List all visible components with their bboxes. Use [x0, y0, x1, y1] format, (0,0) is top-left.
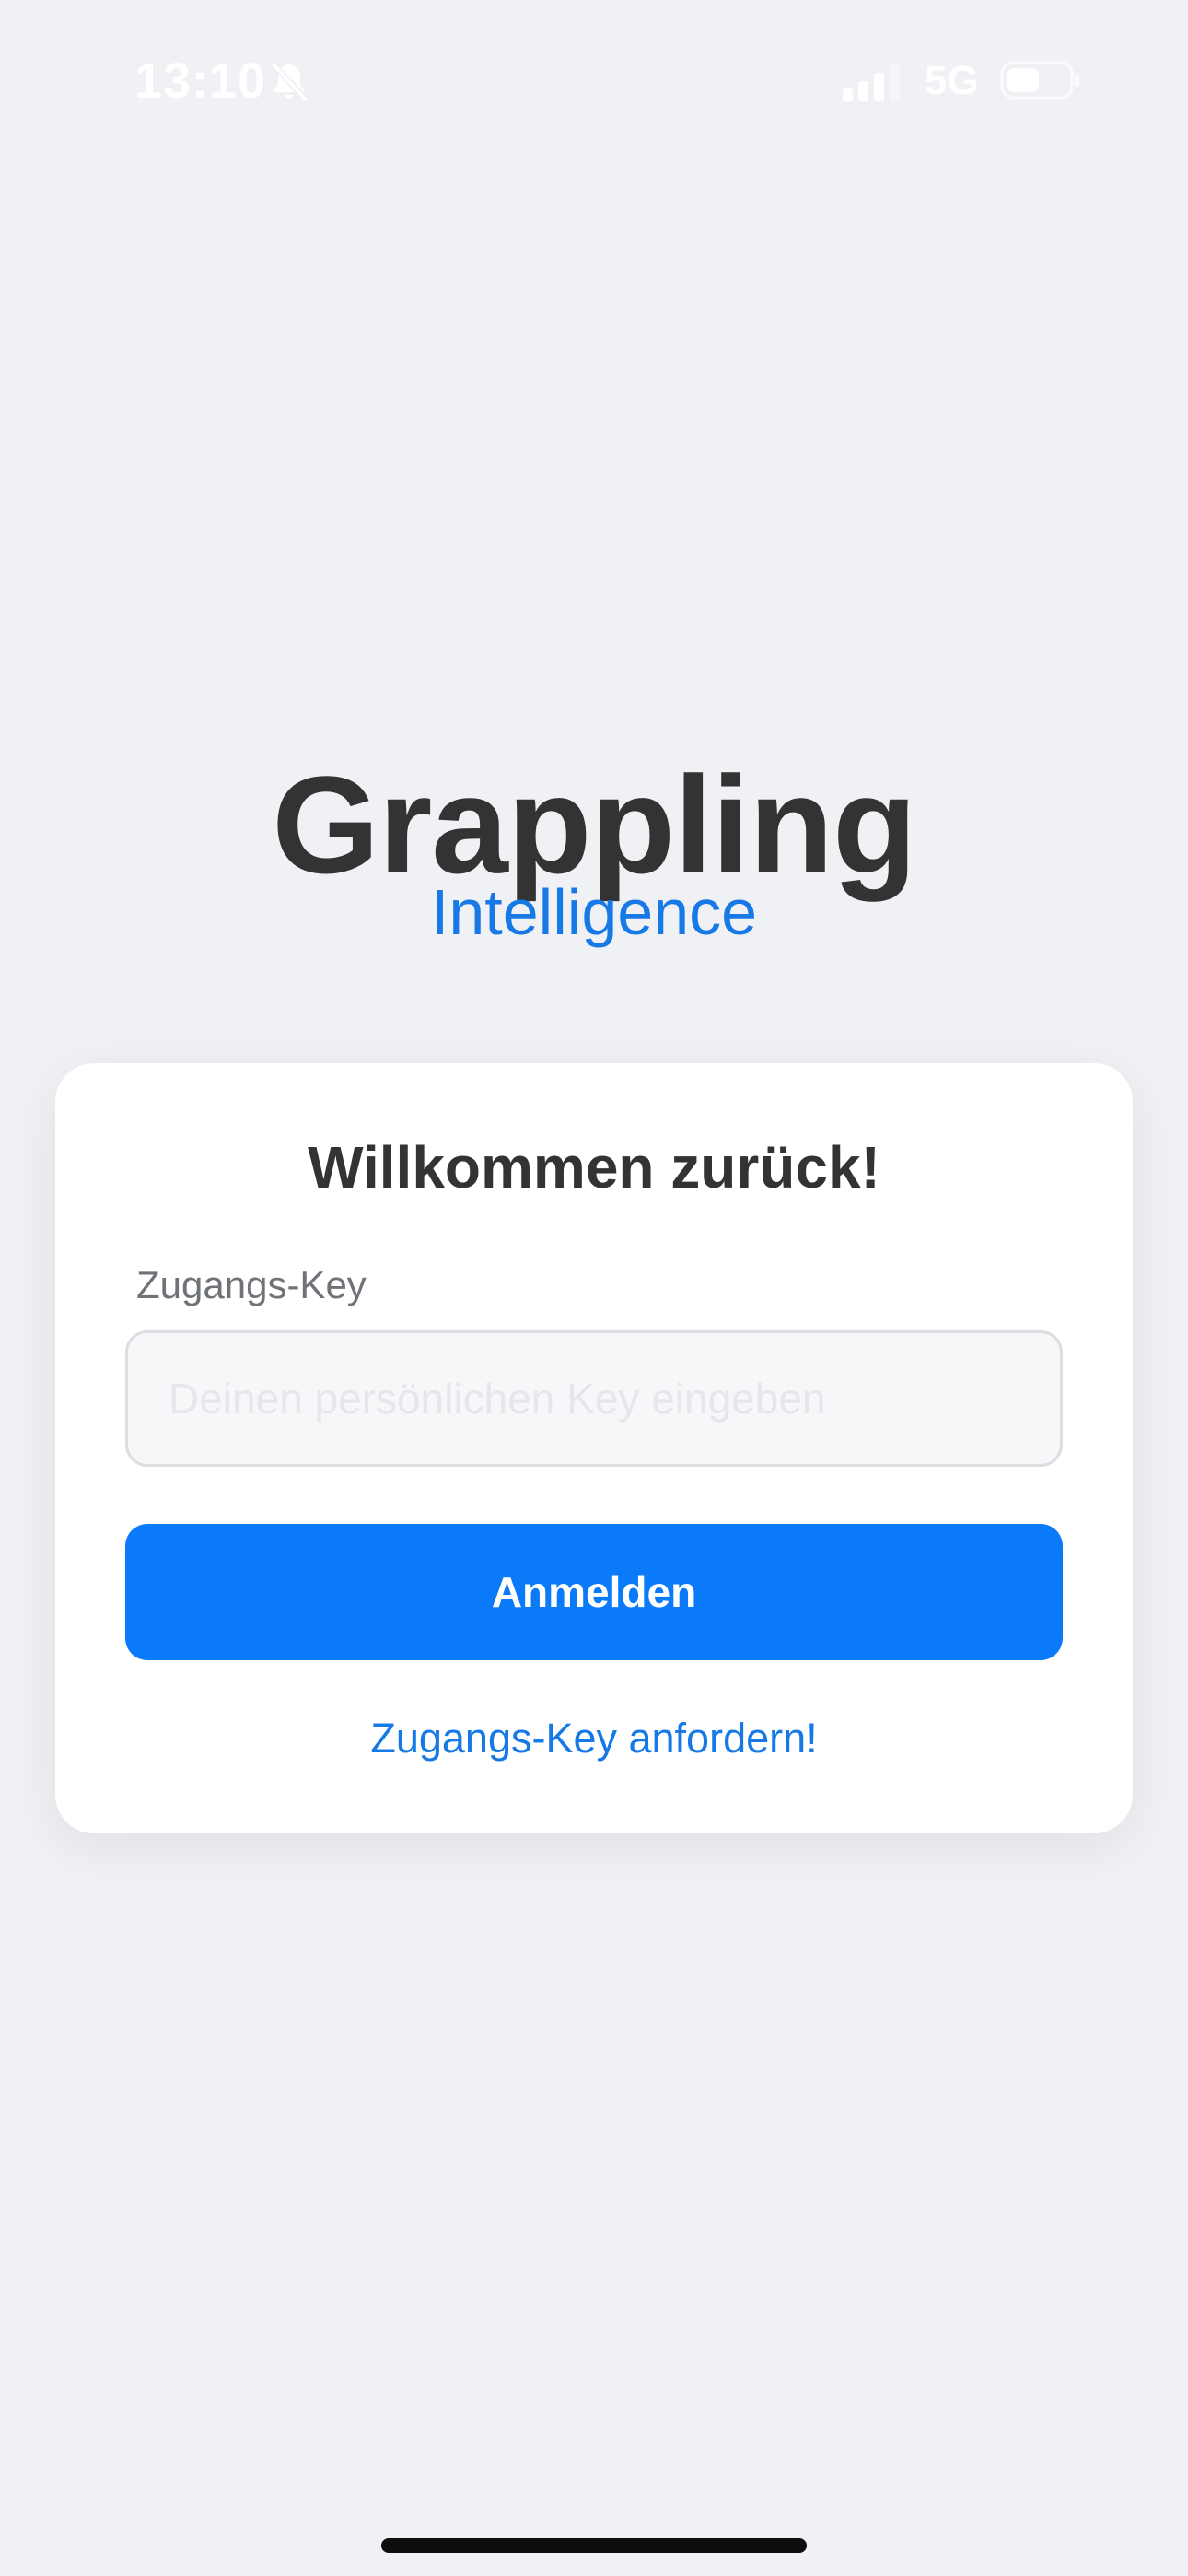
bell-slash-icon — [270, 61, 309, 103]
cellular-signal-icon — [843, 64, 900, 101]
login-button[interactable]: Anmelden — [125, 1524, 1063, 1660]
home-indicator[interactable] — [381, 2538, 807, 2553]
access-key-input[interactable] — [125, 1330, 1063, 1467]
login-card: Willkommen zurück! Zugangs-Key Anmelden … — [55, 1063, 1133, 1833]
key-field-label: Zugangs-Key — [136, 1263, 367, 1306]
status-bar: 13:10 5G — [0, 0, 1188, 162]
network-label: 5G — [925, 58, 979, 103]
battery-icon — [1000, 61, 1079, 100]
welcome-heading: Willkommen zurück! — [308, 1134, 880, 1200]
brand-subtitle: Intelligence — [430, 876, 758, 948]
request-key-link[interactable]: Zugangs-Key anfordern! — [55, 1712, 1133, 1765]
status-time: 13:10 — [134, 53, 267, 109]
